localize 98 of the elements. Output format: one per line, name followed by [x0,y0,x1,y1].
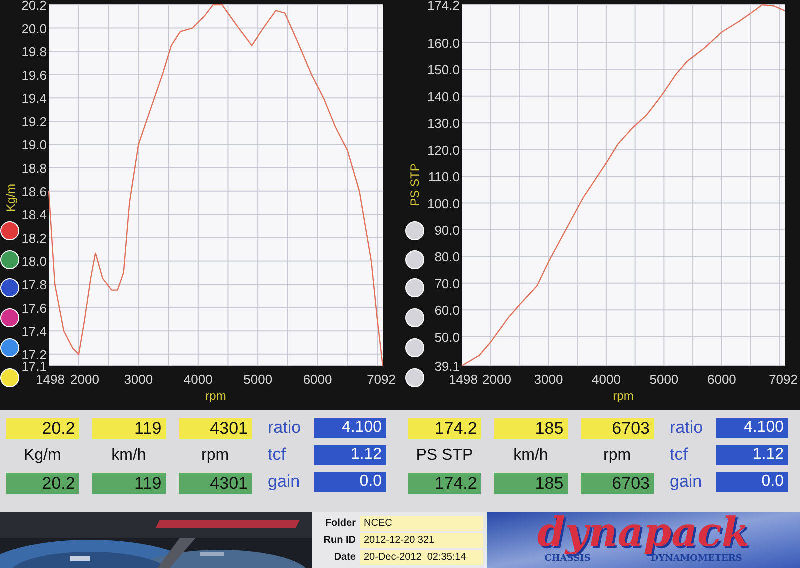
y-tick-label: 19.2 [22,114,47,130]
y-tick-label: 18.6 [22,184,47,200]
legend-dot[interactable] [0,250,20,270]
legend-dot[interactable] [406,368,424,388]
y-tick-label: 100.0 [427,196,460,212]
logo-text: dynapack [537,513,750,554]
y-tick-label: 50.0 [434,330,460,345]
y-tick-label: 150.0 [427,62,460,78]
current-value: 4301 [178,473,252,494]
x-tick-label: 5000 [244,372,273,387]
current-value: 185 [494,473,568,494]
y-tick-label: 110.0 [428,170,460,185]
setting-value[interactable]: 1.12 [314,445,386,465]
info-label: Run ID [322,534,356,548]
y-tick-label: 120.0 [427,142,460,158]
y-tick-label: 19.4 [22,91,47,106]
setting-label: tcf [268,445,287,465]
x-tick-label: 5000 [650,372,679,387]
setting-label: ratio [268,418,302,438]
peak-value: 6703 [580,418,654,439]
y-tick-label: 17.6 [22,300,47,316]
legend-dot[interactable] [406,278,424,298]
legend-dot[interactable] [406,250,424,270]
x-axis-label: rpm [206,389,226,403]
y-tick-label: 39.1 [434,359,460,374]
y-tick-label: 19.6 [22,68,47,83]
y-tick-label: 60.0 [434,303,460,318]
y-tick-label: 140.0 [427,89,460,104]
unit-label: km/h [110,446,148,466]
info-label: Folder [324,516,356,530]
y-tick-label: 90.0 [434,223,460,238]
y-tick-label: 174.2 [427,0,460,13]
setting-value[interactable]: 4.100 [314,418,386,438]
setting-value[interactable]: 1.12 [716,445,788,465]
y-tick-label: 17.4 [22,324,47,340]
y-tick-label: 17.8 [22,277,47,292]
y-tick-label: 19.0 [22,138,47,153]
y-tick-label: 18.8 [22,161,47,176]
y-tick-label: 18.0 [22,254,47,270]
y-axis-label: PS STP [408,164,422,206]
setting-value[interactable]: 0.0 [716,472,788,492]
setting-value[interactable]: 4.100 [716,418,788,438]
x-tick-label: 4000 [184,372,213,387]
x-tick-label: 1498 [36,372,65,387]
y-tick-label: 80.0 [434,250,460,265]
y-tick-label: 20.2 [22,0,47,13]
unit-label: PS STP [415,446,474,466]
y-tick-label: 18.2 [22,230,47,246]
legend-dot[interactable] [0,338,20,358]
unit-label: rpm [200,446,230,466]
setting-value[interactable]: 0.0 [314,472,386,492]
unit-label: Kg/m [22,446,62,466]
x-tick-label: 3000 [124,372,154,387]
setting-label: tcf [670,445,689,465]
peak-value: 174.2 [408,418,482,439]
info-label: Date [333,550,356,564]
x-tick-label: 1498 [449,372,478,387]
setting-label: gain [670,472,704,492]
y-axis-label: Kg/m [4,184,18,212]
setting-label: gain [268,472,302,492]
x-tick-label: 6000 [303,372,332,387]
y-tick-label: 70.0 [434,276,460,292]
y-tick-label: 18.4 [22,208,47,223]
x-tick-label: 7092 [769,372,798,387]
info-field: 20-Dec-2012 02:35:14 [360,550,483,564]
x-tick-label: 2000 [70,372,100,387]
legend-dot[interactable] [406,222,424,240]
legend-dot[interactable] [0,308,20,328]
peak-value: 4301 [178,418,252,439]
info-field: 2012-12-20 321 [360,532,483,548]
y-tick-label: 130.0 [427,116,460,132]
y-tick-label: 160.0 [427,36,460,51]
legend-dot[interactable] [0,368,20,388]
info-field: NCEC [360,516,483,530]
y-tick-label: 19.8 [22,44,47,60]
peak-value: 185 [494,418,568,439]
logo-caption: CHASSIS [544,554,591,566]
x-tick-label: 3000 [534,372,564,387]
legend-dot[interactable] [0,222,20,240]
peak-value: 119 [92,418,166,439]
x-tick-label: 6000 [707,372,736,387]
x-axis-label: rpm [613,389,634,403]
y-tick-label: 20.0 [22,21,47,36]
current-value: 119 [92,473,166,494]
x-tick-label: 7092 [367,372,396,387]
peak-value: 20.2 [6,418,80,439]
unit-label: rpm [602,446,632,466]
current-value: 174.2 [408,473,482,494]
legend-dot[interactable] [406,308,424,328]
x-tick-label: 2000 [482,372,512,387]
current-value: 20.2 [6,473,80,494]
setting-label: ratio [670,418,704,438]
legend-dot[interactable] [406,338,424,358]
unit-label: km/h [512,446,550,466]
x-tick-label: 4000 [592,372,621,387]
logo-caption: DYNAMOMETERS [650,554,742,566]
legend-dot[interactable] [0,278,20,298]
current-value: 6703 [580,473,654,494]
